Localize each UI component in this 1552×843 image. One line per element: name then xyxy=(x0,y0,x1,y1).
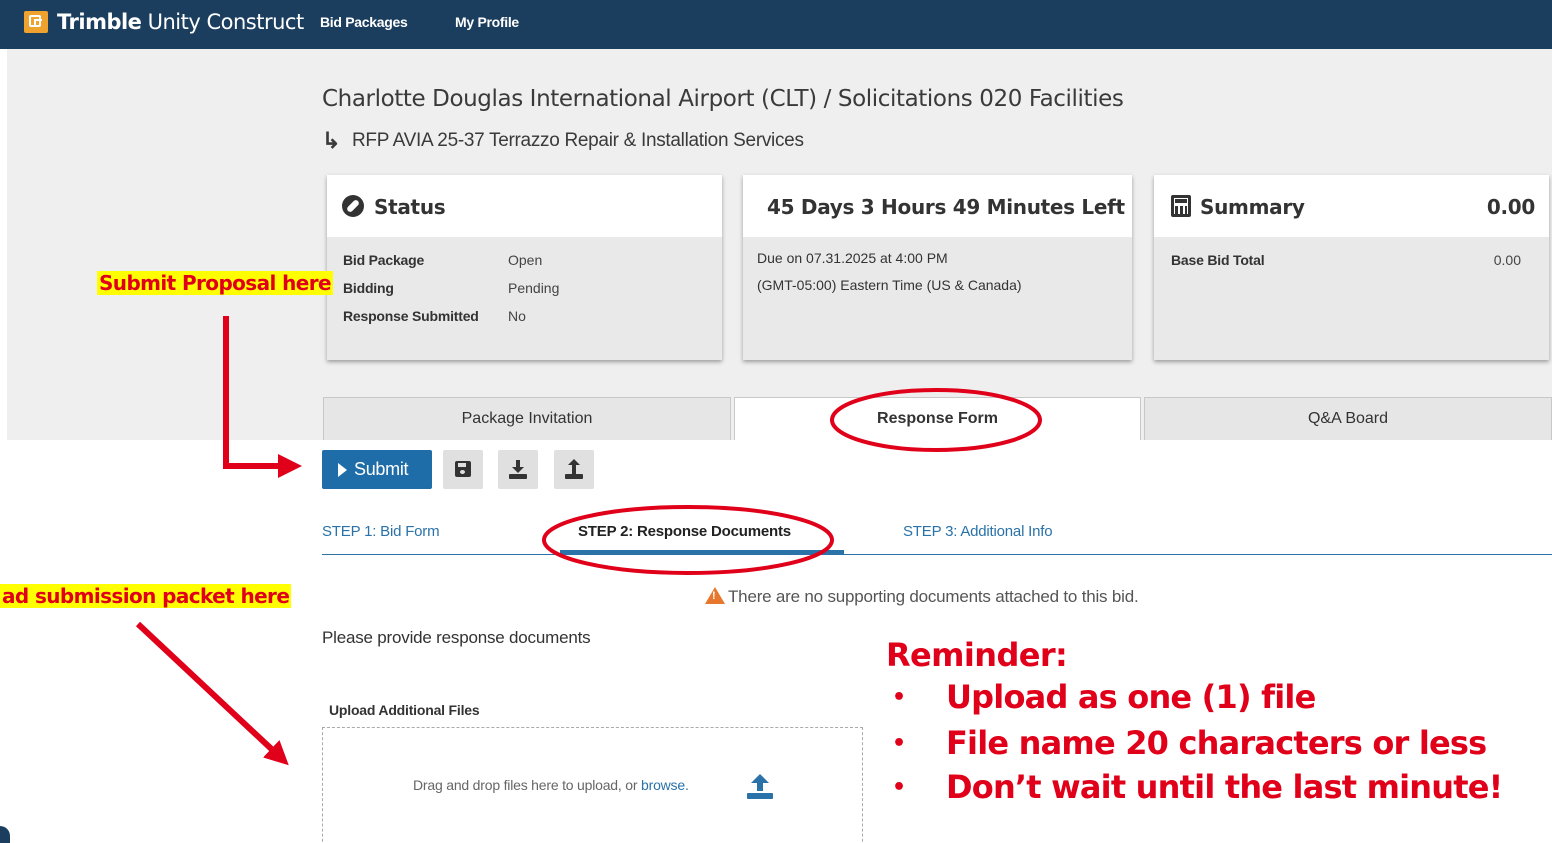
no-documents-warning: There are no supporting documents attach… xyxy=(705,585,1139,607)
status-value: Open xyxy=(508,252,543,268)
page-title: Charlotte Douglas International Airport … xyxy=(322,86,1124,112)
reminder-item: • Don’t wait until the last minute! xyxy=(892,768,1503,806)
tab-package-invitation[interactable]: Package Invitation xyxy=(323,397,731,440)
reminder-item: • Upload as one (1) file xyxy=(892,678,1316,716)
time-left-title: 45 Days 3 Hours 49 Minutes Left xyxy=(767,195,1125,219)
top-navbar: Trimble Unity Construct Bid Packages My … xyxy=(0,0,1552,49)
browse-link[interactable]: browse. xyxy=(641,777,689,793)
time-left-card: 45 Days 3 Hours 49 Minutes Left Due on 0… xyxy=(743,175,1132,360)
reminder-title: Reminder: xyxy=(886,636,1068,674)
download-button[interactable] xyxy=(498,450,538,489)
play-icon xyxy=(338,463,347,477)
active-step-indicator xyxy=(560,550,844,554)
calculator-icon xyxy=(1171,195,1191,217)
status-value: No xyxy=(508,308,526,324)
warning-icon xyxy=(705,587,725,604)
nav-my-profile[interactable]: My Profile xyxy=(455,14,519,30)
upload-cloud-icon[interactable] xyxy=(747,774,773,800)
upload-files-label: Upload Additional Files xyxy=(329,702,480,718)
upload-icon xyxy=(565,459,583,479)
reminder-item: • File name 20 characters or less xyxy=(892,724,1487,762)
due-date: Due on 07.31.2025 at 4:00 PM xyxy=(757,250,948,266)
tab-response-form[interactable]: Response Form xyxy=(734,397,1141,440)
status-label: Response Submitted xyxy=(343,308,479,324)
provide-documents-prompt: Please provide response documents xyxy=(322,628,591,647)
upload-packet-annotation: ad submission packet here xyxy=(0,584,292,608)
step-additional-info[interactable]: STEP 3: Additional Info xyxy=(903,523,1053,540)
status-card: Status Bid Package Open Bidding Pending … xyxy=(327,175,722,360)
brand-name[interactable]: Trimble Unity Construct xyxy=(57,9,304,35)
summary-total: 0.00 xyxy=(1486,195,1535,219)
corner-decoration xyxy=(0,826,10,843)
upload-arrow xyxy=(135,621,289,766)
dropzone-text: Drag and drop files here to upload, or b… xyxy=(413,777,689,793)
status-card-title: Status xyxy=(374,195,446,219)
compass-icon xyxy=(342,195,364,217)
base-bid-total-value: 0.00 xyxy=(1493,252,1521,268)
summary-card-title: Summary xyxy=(1200,195,1305,219)
subdirectory-arrow-icon: ↳ xyxy=(322,128,341,153)
submit-button[interactable]: Submit xyxy=(322,450,432,489)
upload-button[interactable] xyxy=(554,450,594,489)
step-bid-form[interactable]: STEP 1: Bid Form xyxy=(322,523,440,540)
save-icon xyxy=(455,461,471,477)
due-timezone: (GMT-05:00) Eastern Time (US & Canada) xyxy=(757,277,1022,293)
status-label: Bid Package xyxy=(343,252,425,268)
status-value: Pending xyxy=(508,280,560,296)
trimble-logo-icon[interactable] xyxy=(24,11,48,33)
package-subtitle: ↳ RFP AVIA 25-37 Terrazzo Repair & Instal… xyxy=(322,128,804,153)
status-label: Bidding xyxy=(343,280,394,296)
base-bid-total-label: Base Bid Total xyxy=(1171,252,1265,268)
summary-card: Summary 0.00 Base Bid Total 0.00 xyxy=(1154,175,1549,360)
download-icon xyxy=(509,459,527,479)
step-response-documents[interactable]: STEP 2: Response Documents xyxy=(578,523,791,540)
save-button[interactable] xyxy=(443,450,483,489)
tab-qa-board[interactable]: Q&A Board xyxy=(1144,397,1552,440)
steps-underline xyxy=(322,554,1552,555)
submit-proposal-annotation: Submit Proposal here xyxy=(97,271,333,295)
response-documents-highlight-ellipse xyxy=(542,505,834,575)
nav-bid-packages[interactable]: Bid Packages xyxy=(320,14,408,30)
